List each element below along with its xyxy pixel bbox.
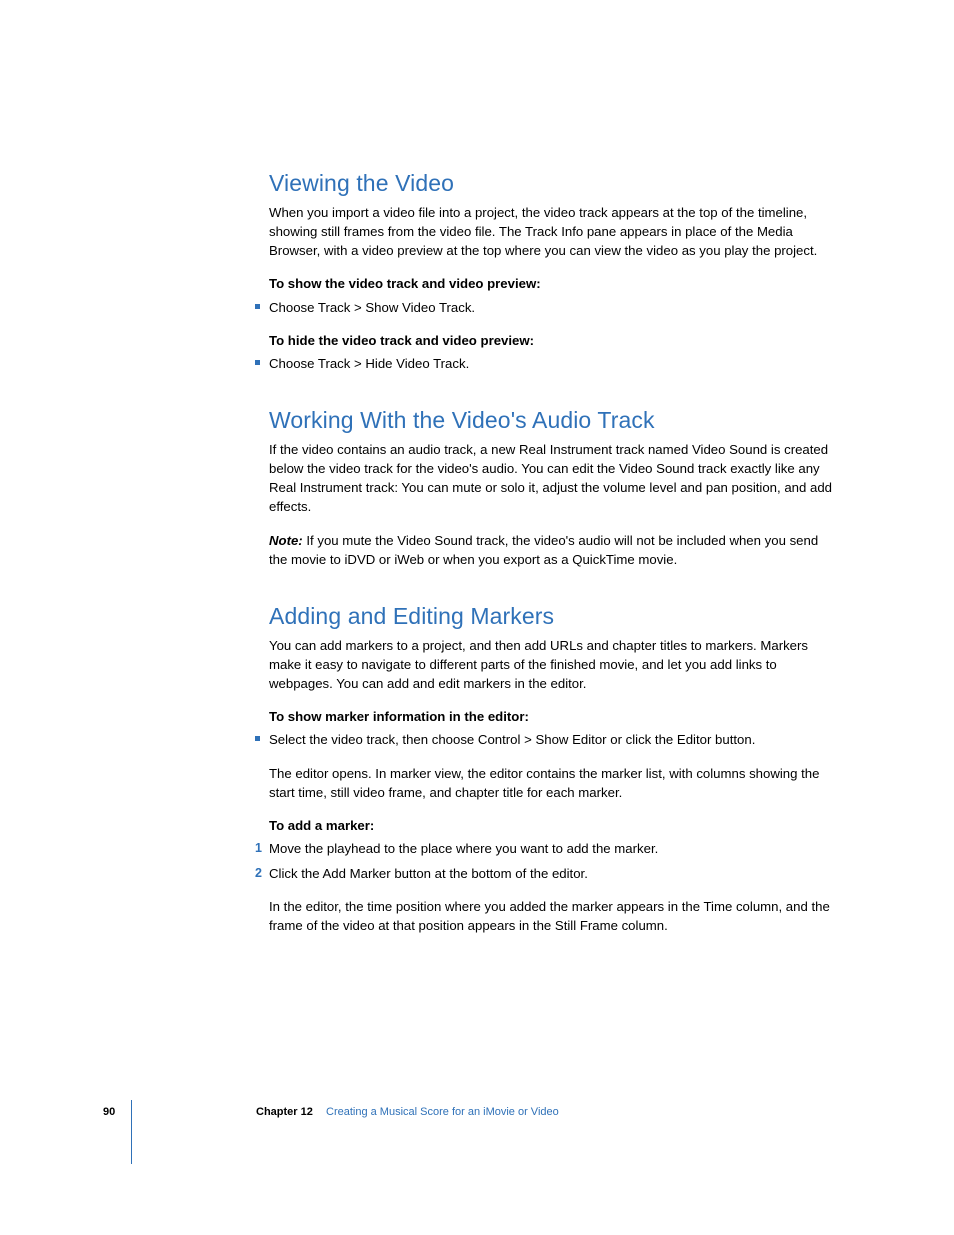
- note-text: If you mute the Video Sound track, the v…: [269, 533, 818, 567]
- list-item: Choose Track > Show Video Track.: [255, 298, 839, 317]
- body-audio: If the video contains an audio track, a …: [269, 440, 839, 517]
- step-number: 1: [255, 839, 262, 857]
- after-show-marker: The editor opens. In marker view, the ed…: [269, 764, 839, 802]
- square-bullet-icon: [255, 304, 260, 309]
- list-item-text: Select the video track, then choose Cont…: [269, 730, 839, 749]
- section-audio-track: Working With the Video's Audio Track If …: [269, 407, 839, 569]
- step-text: Move the playhead to the place where you…: [269, 839, 839, 858]
- note-paragraph: Note: If you mute the Video Sound track,…: [269, 531, 839, 569]
- content-column: Viewing the Video When you import a vide…: [269, 170, 839, 936]
- heading-viewing: Viewing the Video: [269, 170, 839, 197]
- list-hide-video: Choose Track > Hide Video Track.: [269, 354, 839, 373]
- lead-hide-video: To hide the video track and video previe…: [269, 331, 839, 350]
- note-label: Note:: [269, 533, 306, 548]
- vertical-rule: [131, 1100, 132, 1164]
- page-number: 90: [103, 1106, 115, 1118]
- after-add-marker: In the editor, the time position where y…: [269, 897, 839, 935]
- square-bullet-icon: [255, 736, 260, 741]
- list-item: Select the video track, then choose Cont…: [255, 730, 839, 749]
- list-show-video: Choose Track > Show Video Track.: [269, 298, 839, 317]
- square-bullet-icon: [255, 360, 260, 365]
- lead-show-marker-info: To show marker information in the editor…: [269, 707, 839, 726]
- section-viewing-video: Viewing the Video When you import a vide…: [269, 170, 839, 373]
- step-item: 1 Move the playhead to the place where yo…: [255, 839, 839, 858]
- chapter-label: Chapter 12: [256, 1106, 313, 1118]
- section-markers: Adding and Editing Markers You can add m…: [269, 603, 839, 936]
- step-text: Click the Add Marker button at the botto…: [269, 864, 839, 883]
- heading-markers: Adding and Editing Markers: [269, 603, 839, 630]
- heading-audio: Working With the Video's Audio Track: [269, 407, 839, 434]
- lead-show-video: To show the video track and video previe…: [269, 274, 839, 293]
- chapter-title: Creating a Musical Score for an iMovie o…: [326, 1106, 559, 1118]
- list-item: Choose Track > Hide Video Track.: [255, 354, 839, 373]
- list-item-text: Choose Track > Show Video Track.: [269, 298, 839, 317]
- lead-add-marker: To add a marker:: [269, 816, 839, 835]
- body-viewing: When you import a video file into a proj…: [269, 203, 839, 260]
- list-item-text: Choose Track > Hide Video Track.: [269, 354, 839, 373]
- steps-add-marker: 1Move the playhead to the place where yo…: [269, 839, 839, 883]
- list-show-marker: Select the video track, then choose Cont…: [269, 730, 839, 749]
- page-body: Viewing the Video When you import a vide…: [131, 50, 891, 970]
- step-item: 2 Click the Add Marker button at the bott…: [255, 864, 839, 883]
- body-markers: You can add markers to a project, and th…: [269, 636, 839, 693]
- step-number: 2: [255, 864, 262, 882]
